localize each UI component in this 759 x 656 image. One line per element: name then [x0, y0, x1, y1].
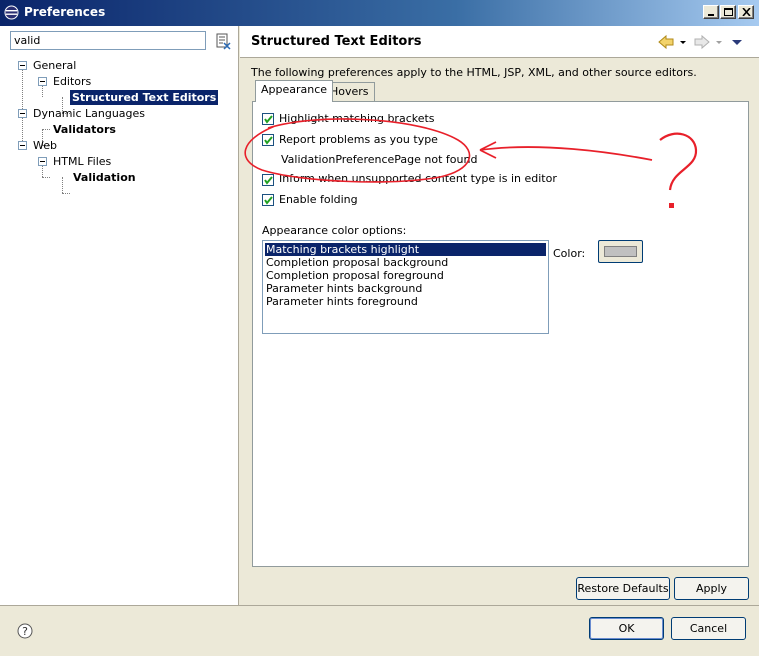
report-problems-checkbox[interactable]	[262, 134, 274, 146]
color-options-list[interactable]: Matching brackets highlight Completion p…	[262, 240, 549, 334]
enable-folding-label: Enable folding	[279, 193, 358, 206]
inform-unsupported-label: Inform when unsupported content type is …	[279, 172, 557, 185]
color-label: Color:	[553, 247, 586, 260]
view-menu-icon[interactable]	[730, 32, 744, 52]
forward-arrow-icon[interactable]	[692, 32, 712, 52]
close-button[interactable]	[738, 5, 754, 19]
collapse-editors-icon[interactable]	[38, 77, 47, 86]
eclipse-icon	[4, 5, 19, 20]
check-icon	[264, 136, 273, 145]
page-description: The following preferences apply to the H…	[251, 66, 697, 79]
svg-text:?: ?	[22, 625, 28, 638]
collapse-web-icon[interactable]	[18, 141, 27, 150]
list-item[interactable]: Parameter hints background	[265, 282, 546, 295]
color-options-label: Appearance color options:	[262, 224, 407, 237]
list-item[interactable]: Matching brackets highlight	[265, 243, 546, 256]
apply-button[interactable]: Apply	[674, 577, 749, 600]
help-icon[interactable]: ?	[17, 623, 33, 639]
highlight-brackets-checkbox[interactable]	[262, 113, 274, 125]
color-picker-button[interactable]	[598, 240, 643, 263]
forward-dropdown-icon[interactable]	[714, 32, 724, 52]
clear-filter-icon[interactable]	[214, 32, 232, 50]
title-bar: Preferences	[0, 0, 759, 26]
list-item[interactable]: Completion proposal foreground	[265, 269, 546, 282]
report-problems-label: Report problems as you type	[279, 133, 438, 146]
collapse-html-files-icon[interactable]	[38, 157, 47, 166]
minimize-button[interactable]	[703, 5, 719, 19]
tree-item-general[interactable]: General	[33, 58, 76, 73]
collapse-dynamic-languages-icon[interactable]	[18, 109, 27, 118]
check-icon	[264, 196, 273, 205]
back-dropdown-icon[interactable]	[678, 32, 688, 52]
page-header: Structured Text Editors	[240, 26, 759, 58]
check-icon	[264, 115, 273, 124]
inform-unsupported-checkbox[interactable]	[262, 174, 274, 186]
tree-item-validation[interactable]: Validation	[73, 170, 136, 185]
maximize-icon	[724, 8, 733, 16]
page-title: Structured Text Editors	[251, 34, 422, 49]
dialog-button-bar: ? OK Cancel	[0, 605, 759, 656]
cancel-button[interactable]: Cancel	[671, 617, 746, 640]
collapse-general-icon[interactable]	[18, 61, 27, 70]
tab-appearance[interactable]: Appearance	[255, 80, 334, 102]
highlight-brackets-label: Highlight matching brackets	[279, 112, 435, 125]
list-item[interactable]: Parameter hints foreground	[265, 295, 546, 308]
ok-button[interactable]: OK	[589, 617, 664, 640]
tree-item-editors[interactable]: Editors	[53, 74, 91, 89]
tree-item-html-files[interactable]: HTML Files	[53, 154, 111, 169]
tree-item-web[interactable]: Web	[33, 138, 57, 153]
check-icon	[264, 176, 273, 185]
preference-page: Structured Text Editors The following pr…	[240, 26, 759, 605]
close-icon	[742, 8, 751, 16]
tree-item-validators[interactable]: Validators	[53, 122, 116, 137]
enable-folding-checkbox[interactable]	[262, 194, 274, 206]
tree-item-structured-text-editors[interactable]: Structured Text Editors	[70, 90, 219, 105]
appearance-tab-panel: Highlight matching brackets Report probl…	[252, 101, 749, 567]
tree-item-dynamic-languages[interactable]: Dynamic Languages	[33, 106, 145, 121]
window-title: Preferences	[24, 5, 106, 19]
back-arrow-icon[interactable]	[656, 32, 676, 52]
filter-input[interactable]	[10, 31, 206, 50]
minimize-icon	[708, 14, 714, 16]
restore-defaults-button[interactable]: Restore Defaults	[576, 577, 670, 600]
color-swatch	[604, 246, 637, 257]
list-item[interactable]: Completion proposal background	[265, 256, 546, 269]
maximize-button[interactable]	[720, 5, 736, 19]
preferences-tree-pane: General Editors Structured Text Editors …	[0, 26, 239, 605]
error-message: ValidationPreferencePage not found	[281, 153, 478, 166]
